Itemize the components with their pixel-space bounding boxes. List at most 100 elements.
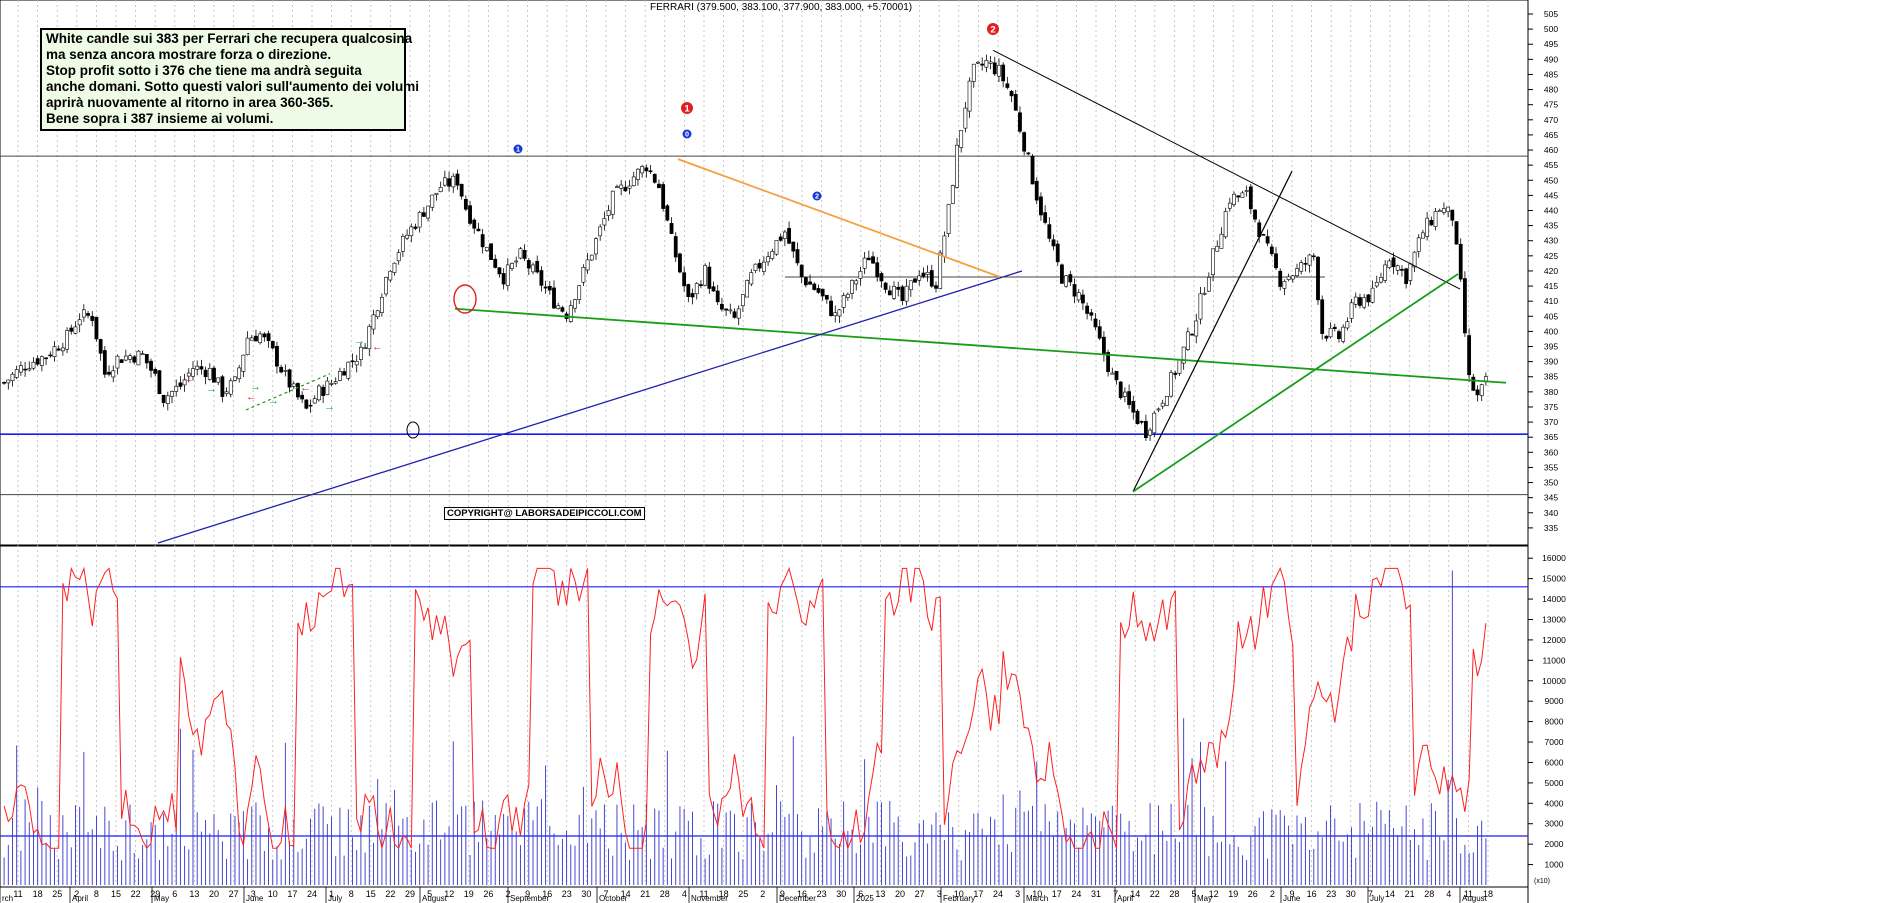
candle-body — [1337, 331, 1341, 339]
candle-body — [602, 218, 607, 226]
candle-body — [1332, 326, 1337, 329]
signal-arrow: → — [268, 395, 279, 407]
candle-body — [493, 258, 498, 268]
vol-y-tick-label: 9000 — [1545, 696, 1564, 706]
candle-body — [749, 272, 754, 285]
candle-body — [589, 254, 594, 261]
candle-body — [640, 166, 645, 174]
candle-body — [703, 265, 708, 286]
x-day-label: 28 — [1424, 889, 1434, 899]
candle-body — [766, 256, 770, 263]
candle-body — [35, 358, 40, 365]
candle-body — [1190, 333, 1194, 336]
candle-body — [1458, 244, 1463, 280]
candle-body — [854, 280, 859, 285]
candle-body — [820, 288, 825, 297]
candle-body — [606, 210, 611, 216]
candle-body — [501, 273, 506, 285]
x-day-label: 24 — [1071, 889, 1081, 899]
candle-body — [1185, 331, 1190, 350]
candle-body — [128, 355, 132, 360]
candle-body — [1039, 196, 1043, 216]
candle-body — [1450, 209, 1455, 221]
candle-body — [1240, 192, 1245, 198]
candle-body — [522, 249, 527, 259]
vol-y-tick-label: 8000 — [1545, 717, 1564, 727]
candle-body — [199, 366, 204, 370]
y-tick-label: 355 — [1544, 462, 1558, 472]
x-month-label: October — [599, 894, 628, 903]
candle-body — [447, 178, 451, 187]
candle-body — [329, 383, 334, 385]
candle-body — [1274, 253, 1278, 269]
y-tick-label: 335 — [1544, 523, 1558, 533]
x-day-label: 2 — [1270, 889, 1275, 899]
candle-body — [442, 177, 447, 186]
x-day-label: 15 — [111, 889, 121, 899]
candle-body — [375, 310, 380, 318]
candle-body — [304, 399, 309, 409]
candle-body — [942, 235, 947, 257]
y-tick-label: 410 — [1544, 296, 1558, 306]
candle-body — [1437, 210, 1442, 212]
candle-body — [1072, 284, 1077, 297]
candle-body — [1194, 320, 1199, 337]
candle-body — [1349, 302, 1354, 319]
x-month-label: June — [246, 894, 264, 903]
x-day-label: 8 — [94, 889, 99, 899]
candle-body — [841, 295, 846, 308]
candle-body — [657, 183, 661, 189]
candle-body — [552, 287, 556, 309]
y-tick-label: 505 — [1544, 9, 1558, 19]
signal-arrow: ← — [246, 391, 257, 403]
vol-y-tick-label: 7000 — [1545, 737, 1564, 747]
x-month-label: April — [1117, 894, 1133, 903]
candle-body — [409, 226, 414, 237]
wave-marker: 1 — [513, 144, 523, 154]
x-day-label: 28 — [660, 889, 670, 899]
candle-body — [489, 243, 493, 260]
candle-body — [220, 376, 225, 397]
candle-body — [581, 267, 586, 283]
note-line: White candle sui 383 per Ferrari che rec… — [46, 31, 413, 46]
candle-body — [1085, 305, 1090, 314]
candle-body — [266, 333, 271, 341]
candle-body — [468, 205, 472, 224]
candle-body — [451, 175, 456, 188]
y-tick-label: 430 — [1544, 236, 1558, 246]
wave-marker-label: 2 — [815, 192, 819, 201]
candle-body — [971, 63, 976, 82]
wave-marker: 0 — [682, 129, 692, 139]
candle-body — [463, 198, 468, 210]
candle-body — [1164, 395, 1169, 406]
candle-body — [913, 278, 917, 283]
candle-body — [1127, 391, 1131, 405]
candle-body — [1060, 264, 1064, 284]
candle-body — [1425, 217, 1430, 237]
x-day-label: 22 — [385, 889, 395, 899]
candle-body — [65, 330, 69, 350]
candle-body — [644, 167, 649, 172]
candle-body — [1055, 243, 1060, 263]
candle-body — [774, 240, 779, 255]
candle-body — [1215, 245, 1220, 252]
candle-body — [1198, 293, 1203, 320]
candle-body — [94, 316, 99, 340]
candle-body — [1244, 190, 1249, 192]
candle-body — [946, 204, 951, 234]
x-day-label: 23 — [1326, 889, 1336, 899]
x-day-label: 24 — [307, 889, 317, 899]
candle-body — [1387, 260, 1392, 268]
candle-body — [1030, 156, 1035, 185]
candle-body — [1114, 370, 1119, 381]
x-day-label: 15 — [366, 889, 376, 899]
candle-body — [379, 296, 384, 313]
candle-body — [321, 386, 326, 396]
candle-body — [661, 184, 666, 209]
candle-body — [1068, 274, 1073, 283]
candle-body — [892, 285, 896, 299]
candle-body — [724, 308, 729, 311]
candle-body — [1047, 224, 1052, 239]
copyright-label: COPYRIGHT@ LABORSADEIPICCOLI.COM — [444, 507, 645, 520]
candle-body — [778, 236, 783, 241]
